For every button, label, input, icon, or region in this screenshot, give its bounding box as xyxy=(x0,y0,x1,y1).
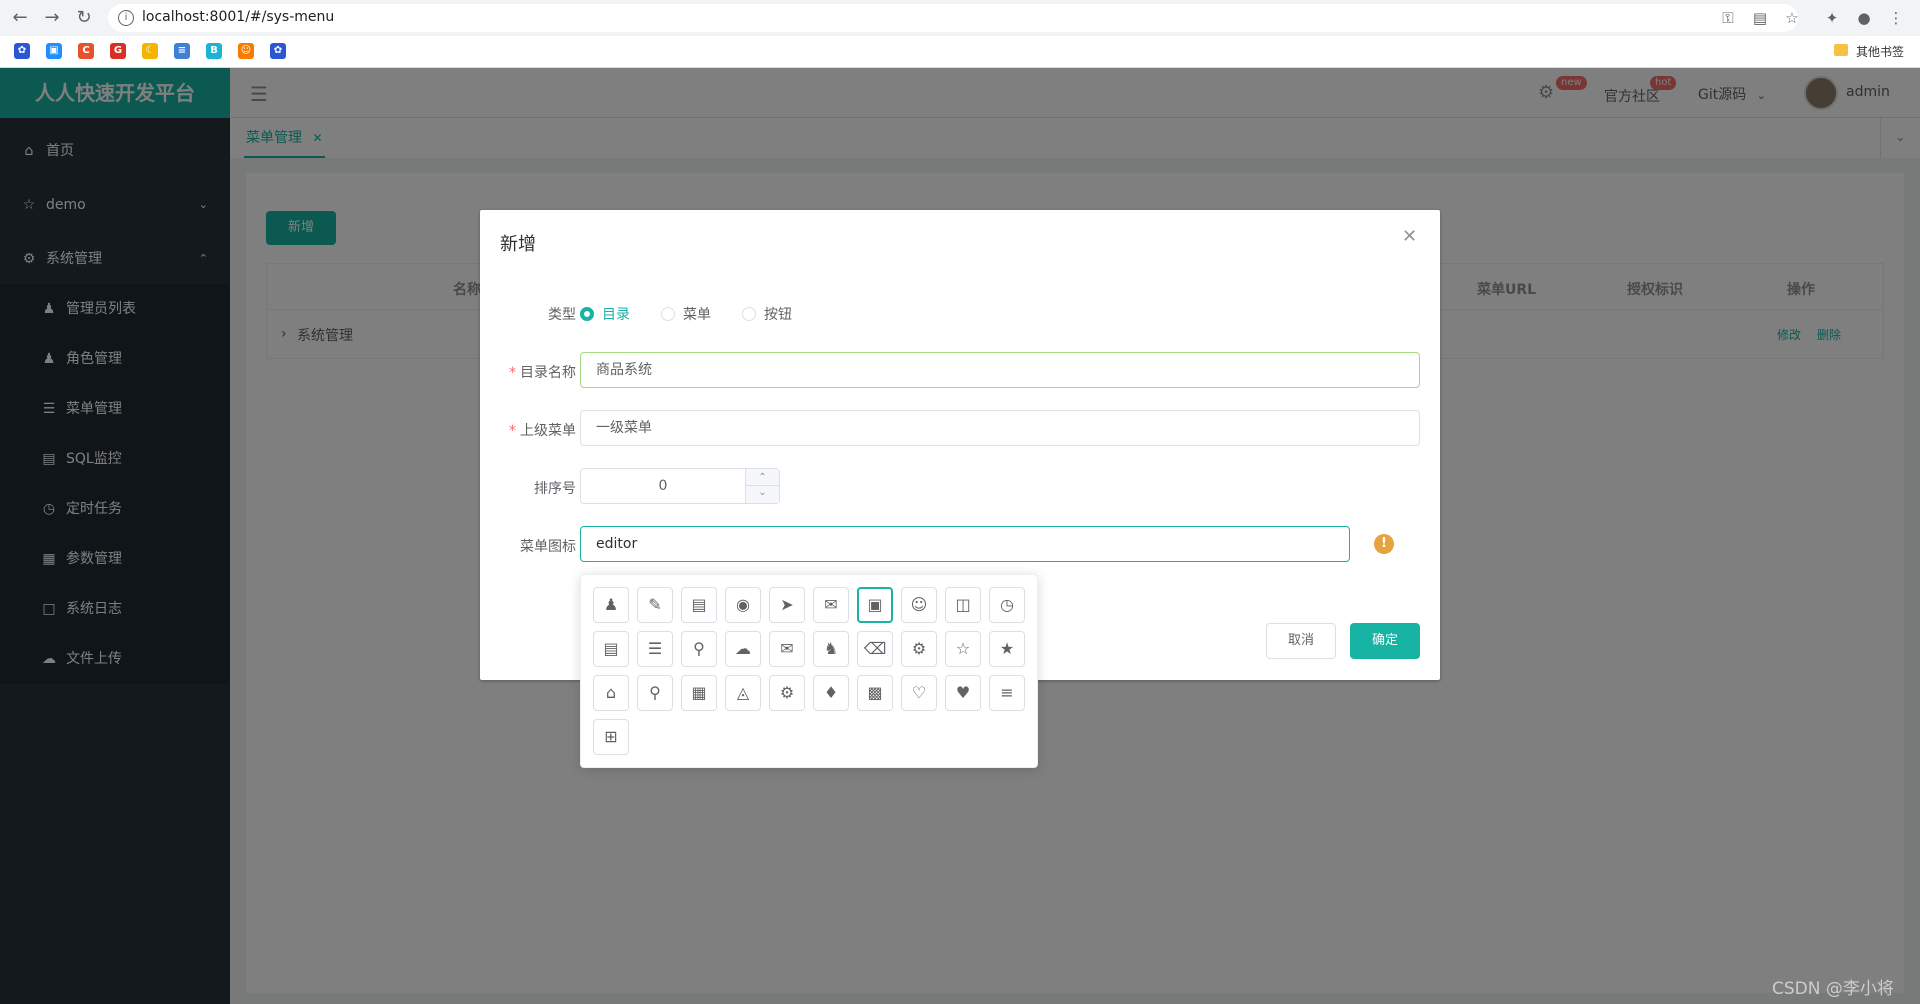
cloud-icon[interactable]: ☁ xyxy=(725,631,761,667)
bookmark-baidu-icon[interactable]: ✿ xyxy=(14,43,30,59)
confirm-button[interactable]: 确定 xyxy=(1350,623,1420,659)
radio-menu[interactable]: 菜单 xyxy=(661,304,711,324)
icon-input[interactable]: editor xyxy=(580,526,1350,562)
image-icon[interactable]: ▣ xyxy=(857,587,893,623)
admin-icon[interactable]: ♞ xyxy=(813,631,849,667)
other-bookmarks[interactable]: 其他书签 xyxy=(1856,43,1904,60)
bookmark-b-icon[interactable]: B xyxy=(206,43,222,59)
radio-button[interactable]: 按钮 xyxy=(742,304,792,324)
search-icon[interactable]: ⚲ xyxy=(637,675,673,711)
browser-toolbar: ← → ↻ i localhost:8001/#/sys-menu ⚿ ▤ ☆ … xyxy=(0,0,1920,36)
close-icon[interactable]: ✕ xyxy=(1402,226,1417,247)
address-url: localhost:8001/#/sys-menu xyxy=(142,9,335,25)
location-icon[interactable]: ◉ xyxy=(725,587,761,623)
translate-icon[interactable]: ▤ xyxy=(1750,8,1770,28)
lock-icon[interactable]: ◫ xyxy=(945,587,981,623)
more-icon[interactable]: ⋮ xyxy=(1886,8,1906,28)
bookmark-g-icon[interactable]: G xyxy=(110,43,126,59)
profile-icon[interactable]: ● xyxy=(1854,8,1874,28)
avatar-icon[interactable]: ☺ xyxy=(901,587,937,623)
settings-icon[interactable]: ⚙ xyxy=(769,675,805,711)
star-icon[interactable]: ☆ xyxy=(945,631,981,667)
warning-icon[interactable]: ! xyxy=(1374,534,1394,554)
grid-icon[interactable]: ⊞ xyxy=(593,719,629,755)
radio-unchecked-icon xyxy=(661,307,675,321)
parent-label: * 上级菜单 xyxy=(509,423,576,439)
back-icon[interactable]: ← xyxy=(8,6,32,30)
folder-icon xyxy=(1834,44,1848,56)
key-icon[interactable]: ⚿ xyxy=(1718,8,1738,28)
name-label: * 目录名称 xyxy=(509,365,576,381)
bell-icon[interactable]: ♦ xyxy=(813,675,849,711)
order-value[interactable]: 0 xyxy=(581,469,745,503)
app: 人人快速开发平台 ⌂首页 ☆demo ⌄ ⚙系统管理 ⌃ ♟管理员列表 ♟角色管… xyxy=(0,68,1920,1004)
bookmark-moon-icon[interactable]: ☾ xyxy=(142,43,158,59)
pin-icon[interactable]: ⚲ xyxy=(681,631,717,667)
bookmarks-bar: ✿ ▣ C G ☾ ≡ B ☺ ✿ 其他书签 xyxy=(0,36,1920,68)
cancel-button[interactable]: 取消 xyxy=(1266,623,1336,659)
mail-icon[interactable]: ✉ xyxy=(813,587,849,623)
list-icon[interactable]: ☰ xyxy=(637,631,673,667)
watermark: CSDN @李小将 xyxy=(1772,979,1894,999)
user-icon[interactable]: ♟ xyxy=(593,587,629,623)
parent-menu-input[interactable]: 一级菜单 xyxy=(580,410,1420,446)
address-bar[interactable]: i localhost:8001/#/sys-menu xyxy=(108,4,1798,32)
increment-icon[interactable]: ⌃ xyxy=(745,469,779,486)
extensions-icon[interactable]: ✦ xyxy=(1822,8,1842,28)
clock-icon[interactable]: ◷ xyxy=(989,587,1025,623)
dialog-title: 新增 xyxy=(500,234,536,255)
bookmark-paw-icon[interactable]: ✿ xyxy=(270,43,286,59)
document-icon[interactable]: ▤ xyxy=(681,587,717,623)
radio-unchecked-icon xyxy=(742,307,756,321)
heart-filled-icon[interactable]: ♥ xyxy=(945,675,981,711)
bookmark-tv-icon[interactable]: ▣ xyxy=(46,43,62,59)
bookmark-lines-icon[interactable]: ≡ xyxy=(174,43,190,59)
home-icon[interactable]: ⌂ xyxy=(593,675,629,711)
order-label: 排序号 xyxy=(534,481,576,497)
edit-icon[interactable]: ✎ xyxy=(637,587,673,623)
radio-checked-icon xyxy=(580,307,594,321)
send-icon[interactable]: ➤ xyxy=(769,587,805,623)
decrement-icon[interactable]: ⌄ xyxy=(745,486,779,503)
star-filled-icon[interactable]: ★ xyxy=(989,631,1025,667)
reload-icon[interactable]: ↻ xyxy=(72,6,96,30)
bookmark-c-icon[interactable]: C xyxy=(78,43,94,59)
unlock-icon[interactable]: ◬ xyxy=(725,675,761,711)
order-stepper[interactable]: 0 ⌃ ⌄ xyxy=(580,468,780,504)
radio-directory[interactable]: 目录 xyxy=(580,304,630,324)
info-icon[interactable]: i xyxy=(118,10,134,26)
heart-icon[interactable]: ♡ xyxy=(901,675,937,711)
bookmark-star-icon[interactable]: ☆ xyxy=(1782,8,1802,28)
name-input[interactable]: 商品系统 xyxy=(580,352,1420,388)
calculator-icon[interactable]: ▦ xyxy=(681,675,717,711)
message-icon[interactable]: ✉ xyxy=(769,631,805,667)
chart-icon[interactable]: ▩ xyxy=(857,675,893,711)
menu-icon[interactable]: ≡ xyxy=(989,675,1025,711)
icon-label: 菜单图标 xyxy=(520,539,576,555)
type-label: 类型 xyxy=(548,307,576,323)
file-icon[interactable]: ▤ xyxy=(593,631,629,667)
icon-picker-popover: ♟ ✎ ▤ ◉ ➤ ✉ ▣ ☺ ◫ ◷ ▤ ☰ ⚲ ☁ ✉ ♞ ⌫ ⚙ ☆ ★ … xyxy=(580,574,1038,768)
forward-icon[interactable]: → xyxy=(40,6,64,30)
gear-icon[interactable]: ⚙ xyxy=(901,631,937,667)
bookmark-face-icon[interactable]: ☺ xyxy=(238,43,254,59)
trash-icon[interactable]: ⌫ xyxy=(857,631,893,667)
